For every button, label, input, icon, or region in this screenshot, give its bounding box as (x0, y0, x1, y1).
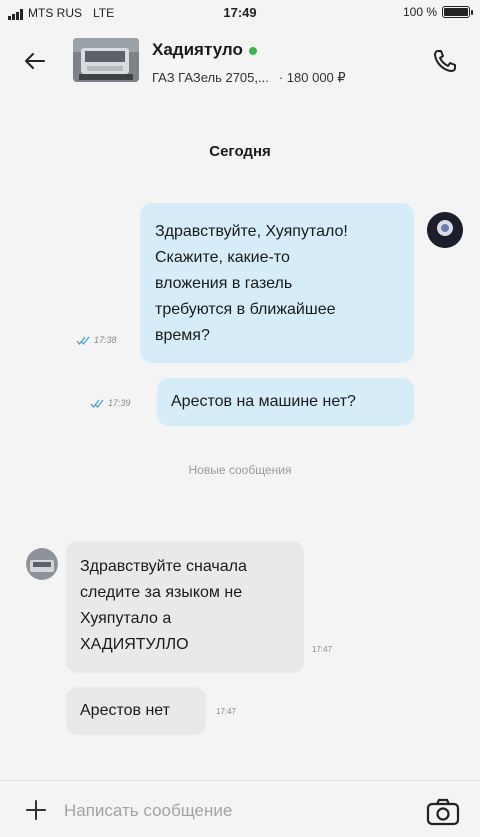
contact-avatar[interactable] (26, 548, 58, 580)
battery-icon (442, 6, 473, 18)
arrow-left-icon[interactable] (20, 46, 50, 76)
plus-icon[interactable] (24, 798, 48, 822)
camera-icon[interactable] (426, 798, 460, 826)
message-line: Арестов на машине нет? (171, 393, 356, 410)
contact-name: Хадиятуло (152, 40, 243, 59)
message-line: ХАДИЯТУЛЛО (80, 636, 189, 653)
message-line: Здравствуйте, Хуяпутало! (155, 223, 348, 240)
listing-summary[interactable]: ГАЗ ГАЗель 2705,... · 180 000 ₽ (152, 70, 346, 86)
message-line: Хуяпутало а (80, 610, 172, 627)
battery-label: 100 % (402, 5, 437, 19)
message-time: 17:47 (216, 707, 237, 716)
status-right: 100 % (402, 5, 473, 19)
message-time: 17:47 (312, 645, 333, 654)
message-input[interactable] (64, 797, 394, 825)
message-meta: 17:38 (76, 335, 117, 345)
chat-header: Хадиятуло ГАЗ ГАЗель 2705,... · 180 000 ₽ (0, 26, 480, 108)
outgoing-message[interactable]: Арестов на машине нет? (157, 378, 414, 426)
double-check-icon (76, 336, 90, 345)
message-line: время? (155, 327, 210, 344)
status-bar: MTS RUS LTE 17:49 100 % (0, 0, 480, 26)
my-avatar[interactable] (427, 212, 463, 248)
message-line: Здравствуйте сначала (80, 558, 247, 575)
day-separator: Сегодня (209, 143, 271, 160)
message-line: требуются в ближайшее (155, 301, 336, 318)
message-composer (0, 780, 480, 837)
incoming-message[interactable]: Арестов нет (66, 687, 206, 735)
message-meta: 17:39 (90, 398, 131, 408)
listing-thumbnail[interactable] (73, 38, 139, 82)
outgoing-message[interactable]: Здравствуйте, Хуяпутало! Скажите, какие-… (140, 203, 414, 363)
phone-icon[interactable] (430, 46, 460, 76)
message-time: 17:39 (108, 398, 131, 408)
message-line: Скажите, какие-то (155, 249, 290, 266)
incoming-message[interactable]: Здравствуйте сначала следите за языком н… (66, 541, 304, 673)
contact-name-row[interactable]: Хадиятуло (152, 40, 257, 60)
online-indicator (248, 46, 257, 55)
double-check-icon (90, 399, 104, 408)
message-line: следите за языком не (80, 584, 243, 601)
message-time: 17:38 (94, 335, 117, 345)
new-messages-separator: Новые сообщения (188, 463, 292, 477)
listing-price: · 180 000 ₽ (278, 70, 346, 85)
message-line: вложения в газель (155, 275, 293, 292)
message-line: Арестов нет (80, 702, 170, 719)
listing-title: ГАЗ ГАЗель 2705,... (152, 70, 269, 85)
